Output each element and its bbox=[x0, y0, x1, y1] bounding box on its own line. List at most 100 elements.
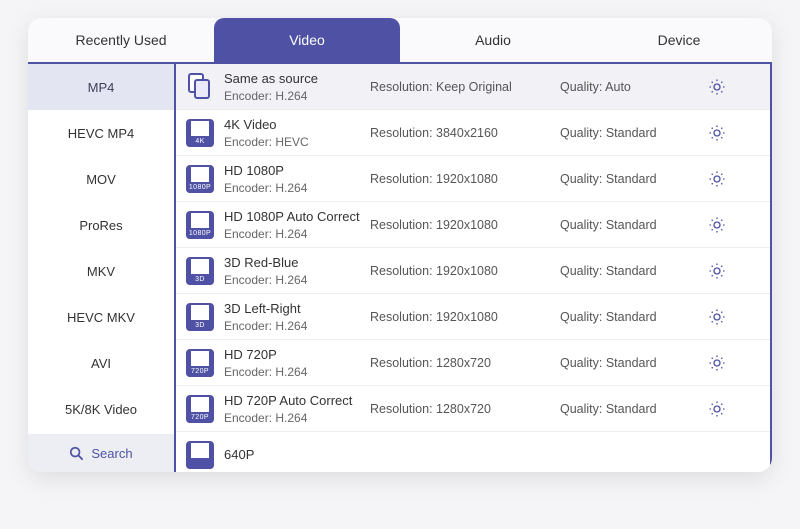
preset-row[interactable]: 720P HD 720PEncoder: H.264Resolution: 128… bbox=[176, 340, 770, 386]
preset-title: HD 1080P bbox=[224, 163, 370, 179]
preset-title-block: HD 1080P Auto Correct Encoder: H.264 bbox=[224, 209, 370, 241]
preset-encoder: Encoder: HEVC bbox=[224, 135, 370, 149]
tab-device[interactable]: Device bbox=[586, 18, 772, 62]
preset-encoder: Encoder: H.264 bbox=[224, 273, 370, 287]
tab-video[interactable]: Video bbox=[214, 18, 400, 62]
preset-badge: 1080P bbox=[186, 228, 214, 239]
preset-encoder: Encoder: H.264 bbox=[224, 365, 370, 379]
film-icon: 1080P bbox=[186, 165, 214, 193]
settings-gear-icon[interactable] bbox=[708, 446, 726, 464]
preset-title: 640P bbox=[224, 447, 370, 463]
film-icon: 1080P bbox=[186, 211, 214, 239]
preset-title: 3D Left-Right bbox=[224, 301, 370, 317]
preset-title: 3D Red-Blue bbox=[224, 255, 370, 271]
preset-icon: 1080P bbox=[176, 211, 224, 239]
preset-title-block: Same as source Encoder: H.264 bbox=[224, 71, 370, 103]
preset-resolution: Resolution: 1280x720 bbox=[370, 402, 560, 416]
preset-title-block: 640P bbox=[224, 447, 370, 463]
preset-title: Same as source bbox=[224, 71, 370, 87]
preset-icon: 1080P bbox=[176, 165, 224, 193]
preset-title-block: HD 720P Auto Correct Encoder: H.264 bbox=[224, 393, 370, 425]
settings-gear-icon[interactable] bbox=[708, 262, 726, 280]
preset-icon bbox=[176, 73, 224, 101]
preset-title: HD 720P Auto Correct bbox=[224, 393, 370, 409]
preset-title-block: 4K Video Encoder: HEVC bbox=[224, 117, 370, 149]
preset-row[interactable]: 4K 4K Video Encoder: HEVCResolution: 3840x… bbox=[176, 110, 770, 156]
preset-encoder: Encoder: H.264 bbox=[224, 227, 370, 241]
tab-audio[interactable]: Audio bbox=[400, 18, 586, 62]
preset-badge: 4K bbox=[186, 136, 214, 147]
preset-title: 4K Video bbox=[224, 117, 370, 133]
sidebar-item-hevc-mkv[interactable]: HEVC MKV bbox=[28, 294, 174, 340]
search-label: Search bbox=[91, 446, 132, 461]
preset-title-block: 3D Left-Right Encoder: H.264 bbox=[224, 301, 370, 333]
settings-gear-icon[interactable] bbox=[708, 216, 726, 234]
preset-resolution: Resolution: 3840x2160 bbox=[370, 126, 560, 140]
preset-resolution: Resolution: 1920x1080 bbox=[370, 172, 560, 186]
preset-row[interactable]: 3D 3D Red-Blue Encoder: H.264Resolution: 1… bbox=[176, 248, 770, 294]
sidebar-item-mkv[interactable]: MKV bbox=[28, 248, 174, 294]
settings-gear-icon[interactable] bbox=[708, 170, 726, 188]
sidebar-item-prores[interactable]: ProRes bbox=[28, 202, 174, 248]
preset-row[interactable]: 720P HD 720P Auto Correct Encoder: H.264Re… bbox=[176, 386, 770, 432]
preset-resolution: Resolution: 1920x1080 bbox=[370, 264, 560, 278]
preset-row[interactable]: 640P bbox=[176, 432, 770, 472]
preset-quality: Quality: Standard bbox=[560, 264, 708, 278]
film-icon bbox=[186, 441, 214, 469]
settings-gear-icon[interactable] bbox=[708, 308, 726, 326]
content-area: MP4 HEVC MP4 MOV ProRes MKV HEVC MKV AVI… bbox=[28, 64, 772, 472]
preset-quality: Quality: Standard bbox=[560, 310, 708, 324]
settings-gear-icon[interactable] bbox=[708, 78, 726, 96]
settings-gear-icon[interactable] bbox=[708, 400, 726, 418]
search-icon bbox=[69, 446, 83, 460]
preset-badge: 720P bbox=[186, 412, 214, 423]
preset-icon: 3D bbox=[176, 257, 224, 285]
sidebar-item-hevc-mp4[interactable]: HEVC MP4 bbox=[28, 110, 174, 156]
sidebar-item-mp4[interactable]: MP4 bbox=[28, 64, 174, 110]
preset-encoder: Encoder: H.264 bbox=[224, 181, 370, 195]
preset-quality: Quality: Auto bbox=[560, 80, 708, 94]
sidebar-item-mov[interactable]: MOV bbox=[28, 156, 174, 202]
preset-icon: 720P bbox=[176, 395, 224, 423]
film-icon: 720P bbox=[186, 349, 214, 377]
preset-quality: Quality: Standard bbox=[560, 218, 708, 232]
settings-gear-icon[interactable] bbox=[708, 354, 726, 372]
preset-row[interactable]: 1080P HD 1080P Auto Correct Encoder: H.264… bbox=[176, 202, 770, 248]
film-icon: 720P bbox=[186, 395, 214, 423]
preset-badge bbox=[186, 458, 214, 469]
preset-icon: 4K bbox=[176, 119, 224, 147]
film-icon: 3D bbox=[186, 303, 214, 331]
preset-title-block: HD 720PEncoder: H.264 bbox=[224, 347, 370, 379]
preset-list[interactable]: Same as sourceEncoder: H.264Resolution: … bbox=[176, 64, 772, 472]
preset-badge: 3D bbox=[186, 320, 214, 331]
preset-quality: Quality: Standard bbox=[560, 402, 708, 416]
preset-row[interactable]: Same as source Encoder: H.264Resolution: … bbox=[176, 64, 770, 110]
sidebar-item-avi[interactable]: AVI bbox=[28, 340, 174, 386]
preset-resolution: Resolution: 1280x720 bbox=[370, 356, 560, 370]
preset-row[interactable]: 1080P HD 1080P Encoder: H.264Resolution: 1… bbox=[176, 156, 770, 202]
preset-badge: 3D bbox=[186, 274, 214, 285]
copy-icon bbox=[186, 73, 214, 101]
preset-row[interactable]: 3D3D Left-RightEncoder: H.264Resolution:… bbox=[176, 294, 770, 340]
preset-encoder: Encoder: H.264 bbox=[224, 89, 370, 103]
preset-title-block: HD 1080P Encoder: H.264 bbox=[224, 163, 370, 195]
preset-encoder: Encoder: H.264 bbox=[224, 319, 370, 333]
sidebar-item-5k8k[interactable]: 5K/8K Video bbox=[28, 386, 174, 432]
preset-quality: Quality: Standard bbox=[560, 172, 708, 186]
preset-title: HD 1080P Auto Correct bbox=[224, 209, 370, 225]
preset-quality: Quality: Standard bbox=[560, 126, 708, 140]
tab-recently-used[interactable]: Recently Used bbox=[28, 18, 214, 62]
preset-encoder: Encoder: H.264 bbox=[224, 411, 370, 425]
preset-resolution: Resolution: 1920x1080 bbox=[370, 218, 560, 232]
preset-resolution: Resolution: Keep Original bbox=[370, 80, 560, 94]
search-button[interactable]: Search bbox=[28, 434, 174, 472]
preset-icon: 3D bbox=[176, 303, 224, 331]
film-icon: 3D bbox=[186, 257, 214, 285]
settings-gear-icon[interactable] bbox=[708, 124, 726, 142]
top-tabs: Recently Used Video Audio Device bbox=[28, 18, 772, 62]
preset-badge: 720P bbox=[186, 366, 214, 377]
preset-icon bbox=[176, 441, 224, 469]
format-panel: Recently Used Video Audio Device MP4 HEV… bbox=[28, 18, 772, 472]
format-sidebar: MP4 HEVC MP4 MOV ProRes MKV HEVC MKV AVI… bbox=[28, 64, 176, 472]
preset-title-block: 3D Red-Blue Encoder: H.264 bbox=[224, 255, 370, 287]
